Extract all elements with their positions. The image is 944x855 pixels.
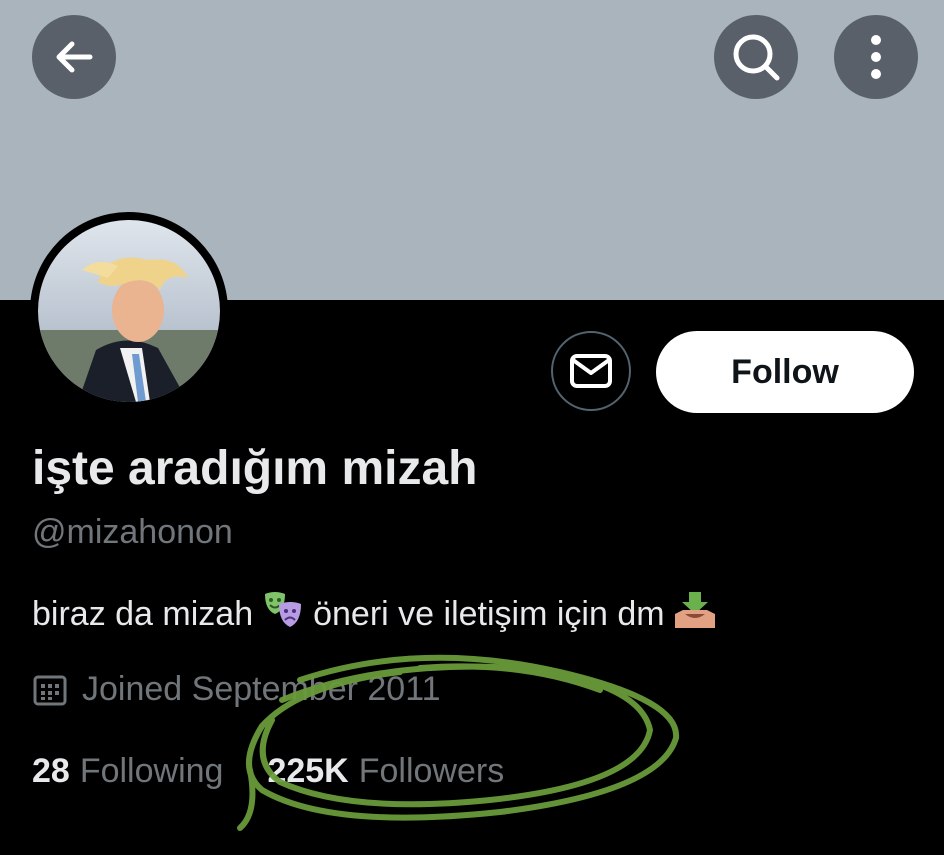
more-button[interactable] [834, 15, 918, 99]
follow-stats: 28 Following 225K Followers [32, 752, 504, 791]
bio-text-2: öneri ve iletişim için dm [313, 595, 665, 633]
inbox-tray-emoji [673, 590, 717, 639]
calendar-icon [33, 675, 67, 705]
avatar-image [38, 220, 220, 402]
followers-link[interactable]: 225K Followers [267, 752, 504, 791]
more-vertical-icon [871, 35, 881, 79]
followers-count: 225K [267, 752, 349, 790]
bio-text-1: biraz da mizah [32, 595, 254, 633]
avatar[interactable] [30, 212, 228, 410]
arrow-left-icon [56, 41, 93, 73]
back-button[interactable] [32, 15, 116, 99]
search-button[interactable] [714, 15, 798, 99]
display-name: işte aradığım mizah [32, 442, 478, 495]
followers-label: Followers [358, 752, 505, 790]
user-handle: @mizahonon [32, 513, 233, 551]
following-link[interactable]: 28 Following [32, 752, 223, 791]
join-date-text: Joined September 2011 [82, 670, 441, 708]
message-button[interactable] [551, 331, 631, 411]
following-label: Following [79, 752, 224, 790]
performing-arts-emoji [261, 590, 305, 639]
search-icon [733, 34, 780, 81]
following-count: 28 [32, 752, 70, 790]
join-date: Joined September 2011 [32, 670, 441, 709]
follow-button[interactable]: Follow [656, 331, 914, 413]
mail-icon [570, 354, 612, 388]
profile-bio: biraz da mizah öneri ve iletişim için dm [32, 590, 725, 639]
